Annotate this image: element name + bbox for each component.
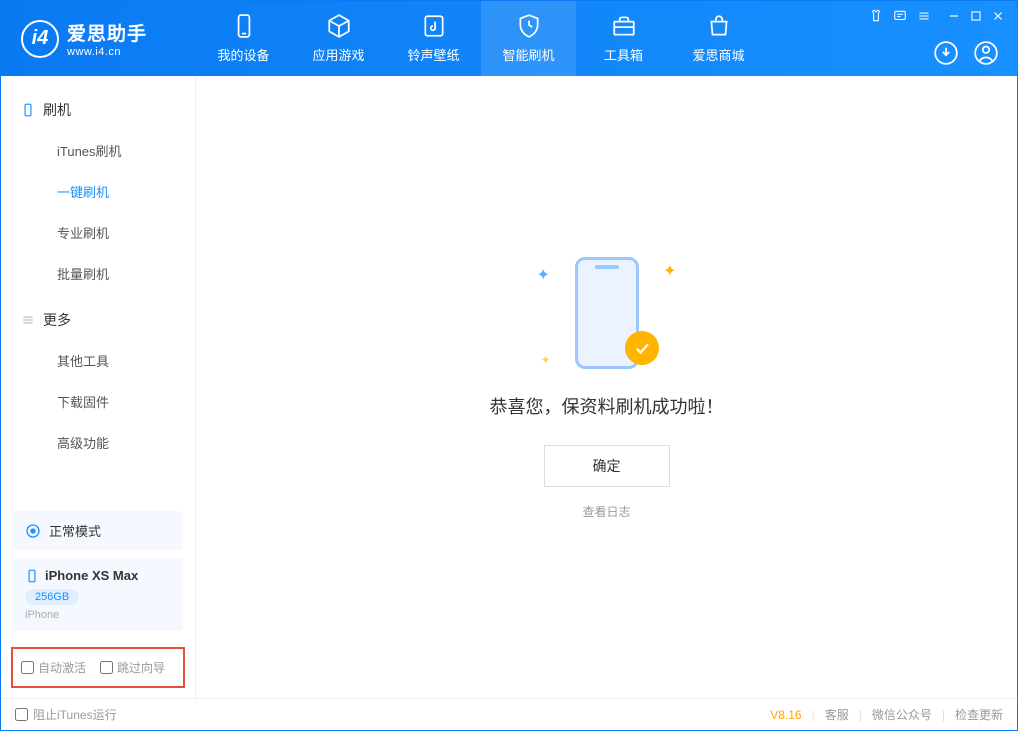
flash-options-highlighted: 自动激活 跳过向导: [11, 647, 185, 688]
nav-my-device[interactable]: 我的设备: [196, 1, 291, 76]
success-check-icon: [625, 331, 659, 365]
device-small-icon: [25, 569, 39, 583]
sidebar-section-more: 更多: [1, 300, 195, 340]
device-capacity: 256GB: [25, 589, 79, 605]
logo-icon: i4: [21, 20, 59, 58]
body: 刷机 iTunes刷机 一键刷机 专业刷机 批量刷机 更多 其他工具 下载固件 …: [1, 76, 1017, 698]
list-icon: [21, 313, 35, 327]
download-icon[interactable]: [933, 40, 959, 66]
success-illustration: ✦ ✦ ✦: [537, 255, 677, 375]
sidebar: 刷机 iTunes刷机 一键刷机 专业刷机 批量刷机 更多 其他工具 下载固件 …: [1, 76, 196, 698]
sidebar-item-advanced[interactable]: 高级功能: [1, 422, 195, 463]
device-card[interactable]: iPhone XS Max 256GB iPhone: [13, 558, 183, 631]
footer: 阻止iTunes运行 V8.16 | 客服 | 微信公众号 | 检查更新: [1, 698, 1017, 730]
ok-button[interactable]: 确定: [544, 445, 670, 487]
toolbox-icon: [611, 13, 637, 39]
version-label: V8.16: [770, 708, 801, 722]
phone-icon: [21, 103, 35, 117]
sidebar-item-pro-flash[interactable]: 专业刷机: [1, 212, 195, 253]
sparkle-icon: ✦: [537, 265, 550, 285]
device-mode[interactable]: 正常模式: [13, 511, 183, 550]
header: i4 爱思助手 www.i4.cn 我的设备 应用游戏 铃声壁纸 智能刷机: [1, 1, 1017, 76]
cube-icon: [326, 13, 352, 39]
sidebar-item-other-tools[interactable]: 其他工具: [1, 340, 195, 381]
titlebar-controls: [869, 9, 1005, 23]
main-content: ✦ ✦ ✦ 恭喜您，保资料刷机成功啦！ 确定 查看日志: [196, 76, 1017, 698]
sidebar-item-oneclick-flash[interactable]: 一键刷机: [1, 171, 195, 212]
logo[interactable]: i4 爱思助手 www.i4.cn: [1, 19, 196, 58]
close-icon[interactable]: [991, 9, 1005, 23]
device-name: iPhone XS Max: [45, 568, 138, 583]
app-name: 爱思助手: [67, 19, 147, 46]
maximize-icon[interactable]: [969, 9, 983, 23]
block-itunes-checkbox[interactable]: 阻止iTunes运行: [15, 706, 117, 723]
success-message: 恭喜您，保资料刷机成功啦！: [490, 393, 724, 419]
app-window: i4 爱思助手 www.i4.cn 我的设备 应用游戏 铃声壁纸 智能刷机: [0, 0, 1018, 731]
store-icon: [706, 13, 732, 39]
nav-store[interactable]: 爱思商城: [671, 1, 766, 76]
skip-guide-checkbox[interactable]: 跳过向导: [100, 659, 165, 676]
device-icon: [231, 13, 257, 39]
wechat-link[interactable]: 微信公众号: [872, 706, 932, 723]
nav-apps[interactable]: 应用游戏: [291, 1, 386, 76]
music-icon: [421, 13, 447, 39]
sparkle-icon: ✦: [541, 353, 551, 367]
view-log-link[interactable]: 查看日志: [582, 503, 630, 520]
sidebar-section-flash: 刷机: [1, 90, 195, 130]
top-nav: 我的设备 应用游戏 铃声壁纸 智能刷机 工具箱 爱思商城: [196, 1, 766, 76]
shirt-icon[interactable]: [869, 9, 883, 23]
auto-activate-checkbox[interactable]: 自动激活: [21, 659, 86, 676]
device-type: iPhone: [25, 609, 171, 621]
nav-toolbox[interactable]: 工具箱: [576, 1, 671, 76]
mode-icon: [25, 523, 41, 539]
menu-icon[interactable]: [917, 9, 931, 23]
nav-ringtones[interactable]: 铃声壁纸: [386, 1, 481, 76]
sidebar-item-itunes-flash[interactable]: iTunes刷机: [1, 130, 195, 171]
shield-icon: [516, 13, 542, 39]
nav-flash[interactable]: 智能刷机: [481, 1, 576, 76]
support-link[interactable]: 客服: [825, 706, 849, 723]
user-icon[interactable]: [973, 40, 999, 66]
header-actions: [933, 40, 999, 66]
app-url: www.i4.cn: [67, 46, 147, 58]
feedback-icon[interactable]: [893, 9, 907, 23]
sparkle-icon: ✦: [663, 261, 676, 281]
check-update-link[interactable]: 检查更新: [955, 706, 1003, 723]
sidebar-item-batch-flash[interactable]: 批量刷机: [1, 253, 195, 294]
minimize-icon[interactable]: [947, 9, 961, 23]
sidebar-item-download-firmware[interactable]: 下载固件: [1, 381, 195, 422]
